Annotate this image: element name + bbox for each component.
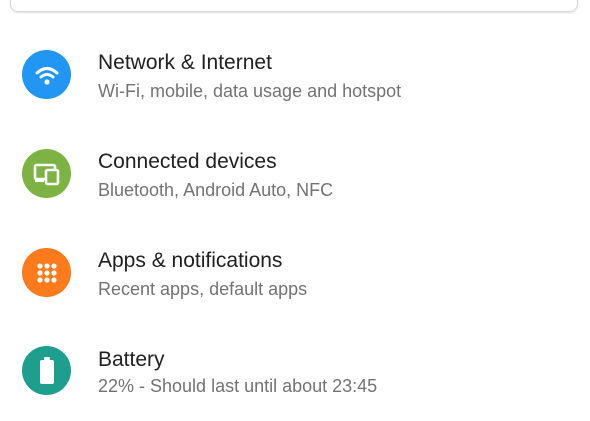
battery-icon-circle	[22, 346, 71, 395]
devices-icon	[33, 163, 59, 185]
connected-devices-summary: Bluetooth, Android Auto, NFC	[98, 180, 334, 200]
settings-item-network[interactable]: Network & Internet Wi-Fi, mobile, data u…	[0, 25, 590, 124]
network-icon-circle	[22, 50, 71, 99]
network-title: Network & Internet	[98, 51, 272, 74]
settings-item-connected-devices[interactable]: Connected devices Bluetooth, Android Aut…	[0, 124, 590, 223]
connected-devices-icon-circle	[22, 149, 71, 198]
settings-list: Network & Internet Wi-Fi, mobile, data u…	[0, 0, 590, 396]
apps-title: Apps & notifications	[98, 249, 283, 272]
battery-icon	[39, 356, 54, 384]
apps-icon-circle	[22, 248, 71, 297]
battery-summary: 22% - Should last until about 23:45	[98, 376, 378, 396]
apps-summary: Recent apps, default apps	[98, 279, 308, 299]
wifi-icon	[35, 66, 58, 85]
network-summary: Wi-Fi, mobile, data usage and hotspot	[98, 81, 402, 101]
battery-title: Battery	[98, 348, 165, 371]
connected-devices-title: Connected devices	[98, 150, 277, 173]
settings-item-apps[interactable]: Apps & notifications Recent apps, defaul…	[0, 223, 590, 322]
apps-grid-icon	[36, 262, 57, 283]
settings-item-battery[interactable]: Battery 22% - Should last until about 23…	[0, 322, 590, 421]
